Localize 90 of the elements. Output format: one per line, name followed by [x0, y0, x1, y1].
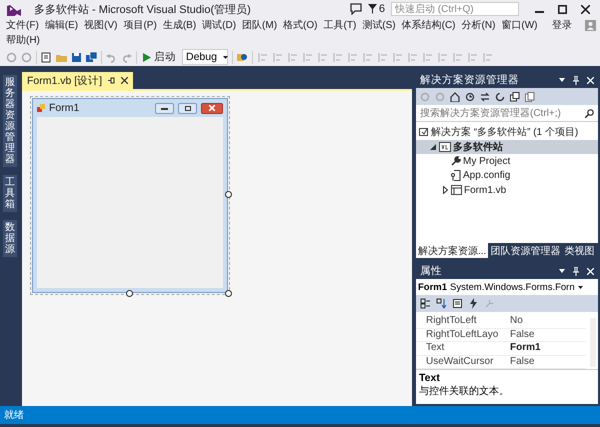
wrench-icon [451, 156, 461, 166]
property-name[interactable]: RightToLeft [426, 315, 510, 328]
start-button[interactable]: 启动 [141, 50, 178, 64]
close-icon[interactable] [121, 77, 128, 84]
menu-item[interactable]: 分析(N) [458, 18, 498, 33]
close-button[interactable] [201, 102, 223, 114]
categorized-icon[interactable] [420, 298, 431, 309]
property-name[interactable]: Text [426, 342, 510, 354]
close-icon [209, 105, 215, 111]
menu-item[interactable]: 文件(F) [3, 18, 42, 33]
menu-item[interactable]: 工具(T) [320, 18, 360, 33]
property-value[interactable]: False [510, 356, 586, 368]
sync-icon[interactable] [480, 92, 490, 102]
window-title: 多多软件站 - Microsoft Visual Studio(管理员) [34, 2, 252, 16]
search-icon [585, 108, 594, 118]
notification-count[interactable]: 6 [378, 3, 385, 15]
resize-handle[interactable] [225, 191, 232, 198]
tree-item[interactable]: My Project [416, 154, 598, 168]
property-name[interactable]: RightToLeftLayo [426, 328, 510, 341]
form-file-icon [451, 185, 462, 196]
property-value[interactable]: False [510, 328, 586, 341]
tree-item[interactable]: 解决方案 “多多软件站” (1 个项目) [416, 125, 598, 140]
filter-icon[interactable] [368, 4, 377, 14]
menu-item[interactable]: 编辑(E) [42, 18, 82, 33]
config-file-icon [451, 170, 461, 182]
history-icon[interactable] [465, 92, 475, 102]
pin-icon[interactable] [108, 77, 116, 84]
refresh-icon[interactable] [495, 92, 505, 102]
project-icon [439, 142, 451, 152]
lightning-icon[interactable] [468, 298, 479, 309]
side-tab[interactable]: 服务器资源管理器 [3, 75, 17, 167]
tree-item[interactable]: App.config [416, 168, 598, 183]
resize-handle[interactable] [126, 290, 133, 297]
tree-item[interactable]: Form1.vb [416, 183, 598, 198]
minimize-icon [161, 106, 168, 110]
play-icon [143, 52, 151, 62]
tree-item[interactable]: 多多软件站 [416, 140, 598, 154]
form-icon [37, 104, 45, 112]
menu-item[interactable]: 格式(O) [280, 18, 320, 33]
caret-icon[interactable] [559, 269, 565, 273]
status-text: 就绪 [4, 408, 24, 422]
maximize-button[interactable] [178, 102, 197, 114]
menu-item[interactable]: 测试(S) [359, 18, 399, 33]
menu-item[interactable]: 窗口(W) [498, 18, 541, 33]
collapsed-arrow-icon[interactable] [442, 186, 448, 194]
form-title: Form1 [49, 102, 80, 114]
save-all-icon[interactable] [86, 52, 97, 62]
description-text: 与控件关联的文本。 [419, 384, 510, 398]
property-value[interactable]: No [510, 315, 586, 328]
panel-tab[interactable]: 解决方案资源... [416, 243, 488, 258]
panel-tab[interactable]: 类视图 [562, 243, 596, 258]
maximize-icon [184, 106, 190, 110]
home-icon[interactable] [450, 92, 460, 102]
minimize-button[interactable] [155, 102, 174, 114]
caret-icon [578, 286, 583, 288]
properties-icon[interactable] [452, 298, 463, 309]
expanded-arrow-icon[interactable] [430, 144, 436, 150]
solution-icon [419, 127, 429, 138]
document-tab[interactable]: Form1.vb [设计] [22, 72, 134, 89]
menu-item[interactable]: 团队(M) [239, 18, 280, 33]
form-window[interactable]: Form1 [32, 98, 228, 293]
alphabetical-icon[interactable] [436, 298, 447, 309]
save-icon[interactable] [71, 52, 82, 62]
quick-launch-field[interactable]: 快速启动 (Ctrl+Q) [391, 2, 519, 16]
menu-item[interactable]: 体系结构(C) [398, 18, 459, 33]
caret-icon [222, 56, 228, 58]
side-tab[interactable]: 工具箱 [3, 175, 17, 212]
close-icon[interactable] [581, 4, 590, 14]
chat-icon[interactable] [350, 3, 362, 15]
copy-icon[interactable] [525, 92, 535, 102]
new-project-icon[interactable] [41, 52, 52, 62]
menu-item[interactable]: 生成(B) [160, 18, 200, 33]
panel-title: 解决方案资源管理器 [420, 73, 520, 87]
configuration-dropdown[interactable]: Debug [182, 49, 228, 65]
caret-icon[interactable] [559, 78, 565, 82]
panel-tab[interactable]: 团队资源管理器 [488, 243, 562, 258]
menu-item[interactable]: 视图(V) [81, 18, 120, 33]
description-title: Text [419, 372, 441, 384]
sign-in-link[interactable]: 登录 [549, 18, 575, 33]
property-name[interactable]: UseWaitCursor [426, 356, 510, 368]
maximize-icon[interactable] [558, 4, 567, 14]
panel-title: 属性 [420, 264, 443, 278]
menu-item[interactable]: 项目(P) [120, 18, 160, 33]
side-tab[interactable]: 数据源 [3, 220, 17, 257]
menu-item[interactable]: 帮助(H) [3, 33, 43, 48]
collapse-all-icon[interactable] [510, 92, 520, 102]
menu-item[interactable]: 调试(D) [199, 18, 240, 33]
object-selector[interactable]: Form1 System.Windows.Forms.Forn [416, 279, 598, 295]
resize-handle[interactable] [225, 290, 232, 297]
property-value[interactable]: Form1 [510, 342, 586, 354]
